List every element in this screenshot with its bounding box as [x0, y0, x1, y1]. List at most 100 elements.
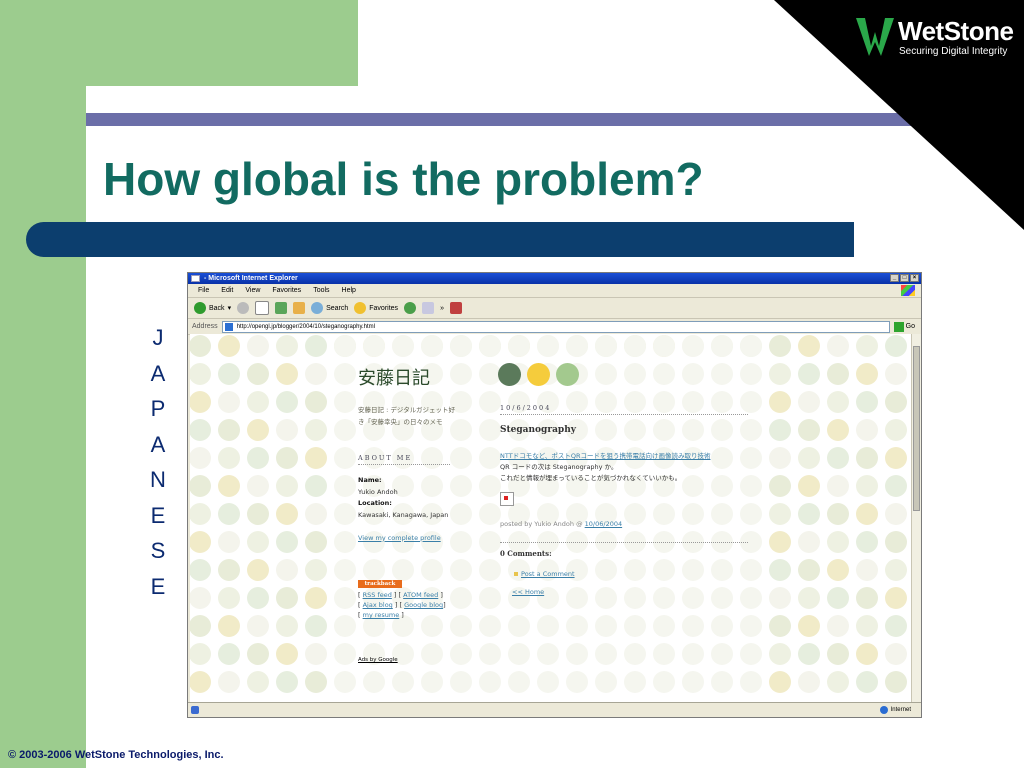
vertical-letter: N: [150, 467, 166, 492]
menu-item-file[interactable]: File: [198, 287, 209, 294]
vertical-letter: P: [150, 396, 166, 421]
menu-item-favorites[interactable]: Favorites: [272, 287, 301, 294]
mail-icon[interactable]: [422, 302, 435, 314]
blog-page: 安藤日記 安藤日記 : デジタルガジェット好き「安藤幸央」の日々のメモ ABOU…: [190, 334, 912, 703]
home-icon[interactable]: [293, 302, 306, 314]
atom-feed-link[interactable]: ATOM feed: [403, 591, 438, 599]
zone-label: Internet: [890, 707, 911, 713]
toolbar: Back ▾ Search Favorites »: [188, 298, 921, 319]
scrollbar-thumb[interactable]: [913, 346, 920, 511]
vertical-scrollbar[interactable]: [911, 334, 921, 703]
menu-item-edit[interactable]: Edit: [221, 287, 233, 294]
history-icon[interactable]: [404, 302, 417, 314]
rss-feed-link[interactable]: RSS feed: [363, 591, 392, 599]
window-titlebar: - Microsoft Internet Explorer _ □ ×: [188, 273, 921, 284]
bullet-icon: [514, 572, 518, 576]
purple-header-bar: [86, 113, 946, 126]
address-bar: Address http://opengl.jp/blogger/2004/10…: [188, 319, 921, 335]
go-arrow-icon: [893, 321, 904, 332]
vertical-letter: E: [150, 573, 166, 599]
ie-window: - Microsoft Internet Explorer _ □ × File…: [187, 272, 922, 718]
menu-item-tools[interactable]: Tools: [313, 287, 329, 294]
navy-title-bar: [26, 222, 854, 257]
name-label: Name:: [358, 476, 382, 484]
minimize-button[interactable]: _: [890, 274, 899, 282]
page-status-icon: [191, 706, 199, 714]
post-column: 10/6/2004 Steganography NTTドコモなど、ポストQRコー…: [500, 404, 748, 596]
toolbar-overflow-chevron[interactable]: »: [440, 305, 444, 312]
post-date: 10/6/2004: [500, 404, 748, 415]
about-section: Name: Yukio Andoh Location: Kawasaki, Ka…: [358, 475, 458, 544]
ads-by-google-link[interactable]: Ads by Google: [358, 657, 398, 663]
vertical-letter: A: [150, 360, 166, 386]
search-icon: [311, 302, 324, 314]
vertical-japanese-label: JAPANESE: [140, 320, 176, 604]
post-title: Steganography: [500, 425, 576, 435]
logo-tagline: Securing Digital Integrity: [899, 46, 1008, 57]
refresh-icon[interactable]: [275, 302, 288, 314]
post-body-line-1: QR コードの次は Steganography か。: [500, 463, 618, 471]
about-heading: ABOUT ME: [358, 454, 450, 465]
comments-heading: 0 Comments:: [500, 549, 552, 558]
go-button[interactable]: Go: [893, 321, 915, 332]
menu-bar: File Edit View Favorites Tools Help: [188, 284, 921, 298]
search-label: Search: [326, 304, 349, 312]
page-viewport: 安藤日記 安藤日記 : デジタルガジェット好き「安藤幸央」の日々のメモ ABOU…: [190, 334, 912, 703]
vertical-letter: A: [150, 431, 166, 457]
globe-icon: [879, 706, 888, 714]
dropdown-arrow-icon[interactable]: ▾: [228, 304, 232, 312]
vertical-letter: J: [152, 325, 164, 350]
windows-flag-icon: [901, 285, 915, 296]
go-label: Go: [905, 323, 915, 330]
name-value: Yukio Andoh: [358, 487, 398, 496]
back-arrow-icon: [194, 302, 206, 314]
vertical-letter: E: [150, 502, 166, 528]
profile-link[interactable]: View my complete profile: [358, 534, 441, 542]
favorites-button[interactable]: Favorites: [354, 302, 398, 314]
forward-arrow-icon[interactable]: [237, 302, 250, 314]
wetstone-w-icon: [856, 18, 894, 56]
post-article-link[interactable]: NTTドコモなど、ポストQRコードを狙う携帯電話向け画像読み取り技術: [500, 451, 748, 462]
logo-name: WetStone: [898, 16, 1014, 46]
green-side-band: [0, 0, 86, 768]
back-label: Back: [209, 304, 225, 312]
status-bar: Internet: [188, 702, 921, 717]
address-input[interactable]: http://opengl.jp/blogger/2004/10/stegano…: [221, 320, 890, 333]
star-icon: [354, 302, 367, 314]
menu-item-help[interactable]: Help: [342, 287, 356, 294]
location-label: Location:: [358, 499, 392, 507]
window-title: - Microsoft Internet Explorer: [204, 275, 298, 282]
slide-title: How global is the problem?: [103, 153, 704, 205]
home-link[interactable]: << Home: [512, 588, 748, 596]
blog-title[interactable]: 安藤日記: [358, 364, 430, 390]
slide-footer: © 2003-2006 WetStone Technologies, Inc.: [8, 749, 224, 761]
post-body-line-2: これだと情報が埋まっていることが気づかれなくていいかも。: [500, 474, 682, 482]
address-value: http://opengl.jp/blogger/2004/10/stegano…: [236, 323, 376, 330]
post-comment-link[interactable]: Post a Comment: [521, 570, 575, 578]
location-value: Kawasaki, Kanagawa, Japan: [358, 510, 449, 519]
maximize-button[interactable]: □: [900, 274, 909, 282]
post-footer: posted by Yukio Andoh @ 10/06/2004: [500, 520, 748, 543]
blog-description: 安藤日記 : デジタルガジェット好き「安藤幸央」の日々のメモ: [358, 406, 455, 426]
menu-item-view[interactable]: View: [245, 287, 260, 294]
ajax-blog-link[interactable]: Ajax blog: [363, 601, 393, 609]
green-top-band: [0, 0, 358, 86]
google-blog-link[interactable]: Google blog: [404, 601, 443, 609]
wetstone-logo: WetStone Securing Digital Integrity: [852, 14, 1022, 60]
post-permalink[interactable]: 10/06/2004: [585, 520, 622, 528]
address-label: Address: [192, 323, 218, 330]
page-icon: [224, 322, 233, 331]
search-button[interactable]: Search: [311, 302, 348, 314]
close-button[interactable]: ×: [910, 274, 919, 282]
back-button[interactable]: Back ▾: [194, 302, 231, 314]
favorites-label: Favorites: [369, 304, 399, 312]
post-comment-item: Post a Comment: [514, 570, 748, 578]
stop-icon[interactable]: [255, 301, 270, 315]
print-icon[interactable]: [449, 302, 462, 314]
trackback-badge[interactable]: trackback: [358, 580, 402, 588]
feeds-links: [ RSS feed ] [ ATOM feed ] [ Ajax blog ]…: [358, 591, 446, 619]
ie-page-icon: [191, 275, 200, 282]
vertical-letter: S: [150, 538, 166, 563]
resume-link[interactable]: my resume: [363, 611, 400, 619]
zone-indicator: Internet: [879, 706, 911, 714]
